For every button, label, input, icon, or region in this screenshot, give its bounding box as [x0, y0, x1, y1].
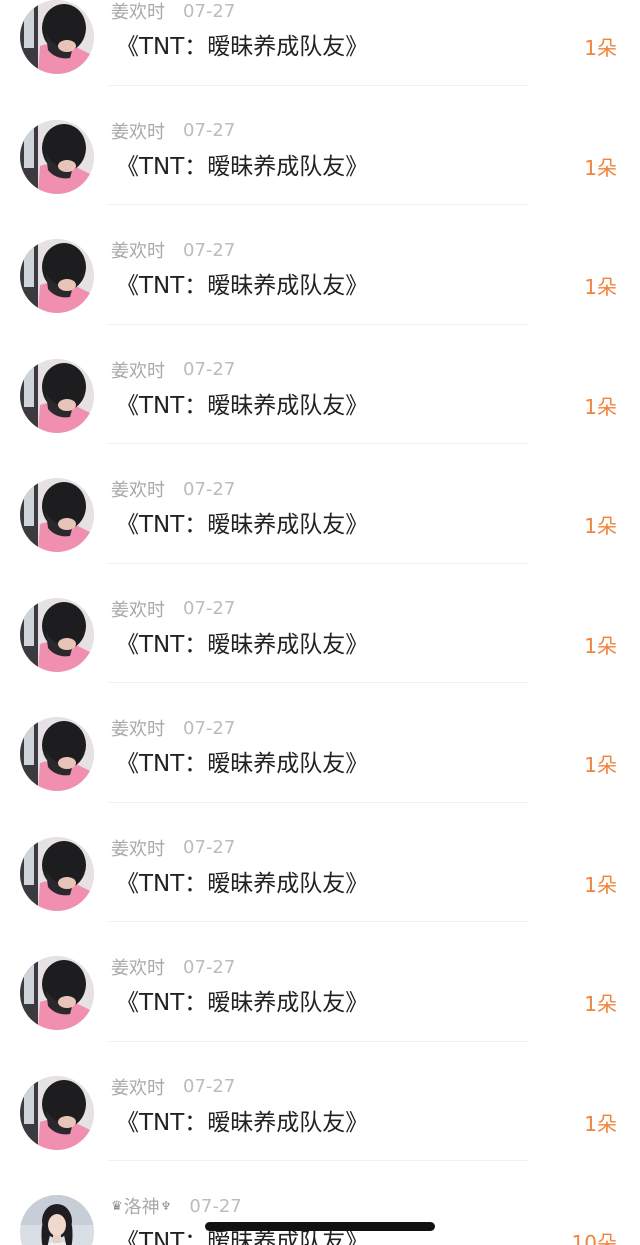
- gift-date: 07-27: [183, 1076, 236, 1097]
- item-meta: 姜欢时 07-27: [111, 596, 235, 622]
- username[interactable]: 姜欢时: [111, 357, 165, 383]
- item-meta: 姜欢时 07-27: [111, 835, 235, 861]
- username[interactable]: 洛神: [124, 1193, 160, 1219]
- gift-date: 07-27: [183, 359, 236, 380]
- book-title[interactable]: 《TNT：暧昧养成队友》: [116, 27, 368, 61]
- item-meta: 姜欢时 07-27: [111, 476, 235, 502]
- flower-count: 1朵: [584, 275, 617, 299]
- trident-icon: ♆: [160, 1199, 172, 1213]
- username[interactable]: 姜欢时: [111, 237, 165, 263]
- flower-count: 10朵: [571, 1231, 617, 1245]
- list-item[interactable]: 姜欢时 07-27 《TNT：暧昧养成队友》 1朵: [0, 325, 640, 445]
- item-meta: 姜欢时 07-27: [111, 0, 235, 24]
- list-item[interactable]: 姜欢时 07-27 《TNT：暧昧养成队友》 1朵: [0, 0, 640, 86]
- gift-date: 07-27: [183, 239, 236, 261]
- avatar-girl-pink-icon[interactable]: [20, 836, 94, 911]
- list-item[interactable]: ♛ 洛神 ♆ 07-27 《TNT：暧昧养成队友》 10朵: [0, 1161, 640, 1245]
- avatar-girl-pink-icon[interactable]: [20, 478, 94, 552]
- book-title[interactable]: 《TNT：暧昧养成队友》: [116, 1103, 368, 1137]
- gift-date: 07-27: [183, 956, 236, 978]
- username[interactable]: 姜欢时: [111, 118, 165, 144]
- list-item[interactable]: 姜欢时 07-27 《TNT：暧昧养成队友》 1朵: [0, 86, 640, 206]
- username[interactable]: 姜欢时: [111, 715, 165, 741]
- avatar-girl-pink-icon[interactable]: [20, 1075, 94, 1150]
- book-title[interactable]: 《TNT：暧昧养成队友》: [116, 744, 368, 778]
- flower-count: 1朵: [584, 394, 617, 419]
- item-meta: 姜欢时 07-27: [111, 237, 235, 263]
- item-meta: 姜欢时 07-27: [111, 1074, 235, 1100]
- book-title[interactable]: 《TNT：暧昧养成队友》: [116, 386, 368, 420]
- book-title[interactable]: 《TNT：暧昧养成队友》: [116, 625, 368, 659]
- flower-count: 1朵: [584, 872, 617, 897]
- avatar-girl-pink-icon[interactable]: [20, 0, 94, 74]
- flower-count: 1朵: [584, 155, 617, 180]
- book-title[interactable]: 《TNT：暧昧养成队友》: [116, 266, 368, 300]
- list-item[interactable]: 姜欢时 07-27 《TNT：暧昧养成队友》 1朵: [0, 564, 640, 684]
- username[interactable]: 姜欢时: [111, 954, 165, 980]
- avatar-girl-pink-icon[interactable]: [20, 956, 94, 1030]
- item-meta: 姜欢时 07-27: [111, 357, 235, 383]
- book-title[interactable]: 《TNT：暧昧养成队友》: [116, 505, 368, 539]
- flower-count: 1朵: [584, 514, 617, 538]
- avatar-girl-pink-icon[interactable]: [20, 597, 94, 672]
- item-meta: ♛ 洛神 ♆ 07-27: [111, 1193, 242, 1219]
- item-meta: 姜欢时 07-27: [111, 715, 235, 741]
- avatar-girl-pink-icon[interactable]: [20, 358, 94, 433]
- gift-date: 07-27: [183, 598, 236, 619]
- book-title[interactable]: 《TNT：暧昧养成队友》: [116, 147, 368, 181]
- crown-icon: ♛: [111, 1198, 123, 1214]
- flower-count: 1朵: [584, 753, 617, 777]
- flower-count: 1朵: [584, 633, 617, 658]
- list-item[interactable]: 姜欢时 07-27 《TNT：暧昧养成队友》 1朵: [0, 922, 640, 1042]
- book-title[interactable]: 《TNT：暧昧养成队友》: [116, 983, 368, 1017]
- username[interactable]: 姜欢时: [111, 835, 165, 861]
- flower-count: 1朵: [584, 1111, 617, 1136]
- gift-date: 07-27: [183, 120, 236, 141]
- gift-date: 07-27: [183, 478, 236, 500]
- list-item[interactable]: 姜欢时 07-27 《TNT：暧昧养成队友》 1朵: [0, 683, 640, 803]
- home-indicator-bar[interactable]: [205, 1222, 435, 1231]
- book-title[interactable]: 《TNT：暧昧养成队友》: [116, 864, 368, 898]
- gift-list: 姜欢时 07-27 《TNT：暧昧养成队友》 1朵 姜欢时 07-27 《TNT…: [0, 0, 640, 1245]
- flower-count: 1朵: [584, 992, 617, 1016]
- gift-date: 07-27: [183, 837, 236, 858]
- username[interactable]: 姜欢时: [111, 0, 165, 24]
- list-item[interactable]: 姜欢时 07-27 《TNT：暧昧养成队友》 1朵: [0, 1042, 640, 1162]
- item-meta: 姜欢时 07-27: [111, 954, 235, 980]
- list-item[interactable]: 姜欢时 07-27 《TNT：暧昧养成队友》 1朵: [0, 205, 640, 325]
- list-item[interactable]: 姜欢时 07-27 《TNT：暧昧养成队友》 1朵: [0, 444, 640, 564]
- avatar-girl-pink-icon[interactable]: [20, 717, 94, 791]
- gift-date: 07-27: [189, 1195, 242, 1217]
- gift-date: 07-27: [183, 0, 236, 22]
- list-item[interactable]: 姜欢时 07-27 《TNT：暧昧养成队友》 1朵: [0, 803, 640, 923]
- gift-date: 07-27: [183, 717, 236, 739]
- flower-count: 1朵: [584, 36, 617, 60]
- avatar-girl-pink-icon[interactable]: [20, 239, 94, 313]
- username[interactable]: 姜欢时: [111, 1074, 165, 1100]
- username[interactable]: 姜欢时: [111, 476, 165, 502]
- avatar-girl-pink-icon[interactable]: [20, 119, 94, 194]
- avatar-woman-portrait-icon[interactable]: [20, 1195, 94, 1245]
- username[interactable]: 姜欢时: [111, 596, 165, 622]
- item-meta: 姜欢时 07-27: [111, 118, 235, 144]
